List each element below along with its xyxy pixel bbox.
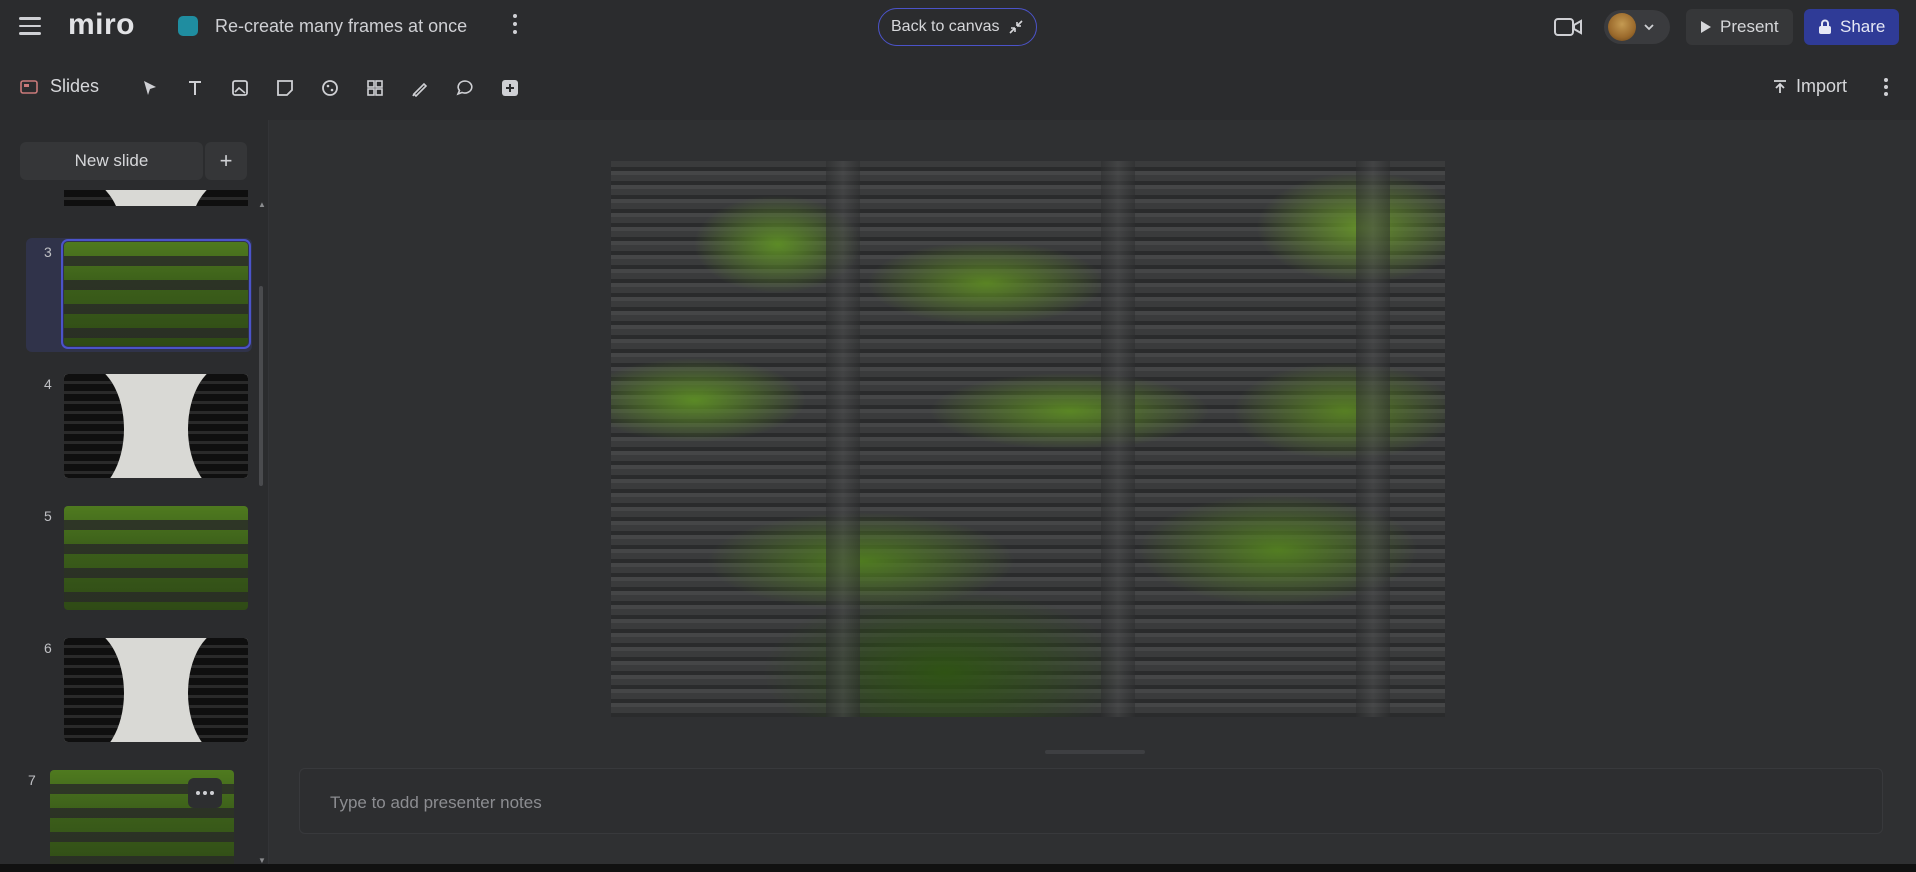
- menu-icon[interactable]: [18, 14, 42, 38]
- board-title[interactable]: Re-create many frames at once: [215, 16, 467, 37]
- slide-item-3[interactable]: 3: [26, 238, 252, 352]
- import-label: Import: [1796, 76, 1848, 96]
- slide-more-icon[interactable]: [188, 778, 222, 808]
- slide-item-4[interactable]: 4: [26, 370, 252, 484]
- chevron-down-icon: [1644, 24, 1654, 31]
- add-icon[interactable]: [498, 76, 522, 100]
- slides-toolbar: Slides Import: [0, 56, 1916, 121]
- slides-icon: [20, 79, 38, 94]
- slide-thumbnail[interactable]: [61, 239, 251, 349]
- slide-item-5[interactable]: 5: [26, 502, 252, 616]
- import-button[interactable]: Import: [1772, 76, 1847, 97]
- back-to-canvas-button[interactable]: Back to canvas: [878, 8, 1037, 46]
- slide-number: 6: [44, 640, 52, 656]
- more-options-icon[interactable]: [1884, 78, 1888, 96]
- text-icon[interactable]: [183, 76, 207, 100]
- slide-preview-image[interactable]: [611, 161, 1445, 717]
- slide-number: 5: [44, 508, 52, 524]
- presenter-notes-placeholder: Type to add presenter notes: [330, 793, 542, 812]
- present-label: Present: [1720, 17, 1779, 36]
- slide-number: 4: [44, 376, 52, 392]
- image-icon[interactable]: [228, 76, 252, 100]
- pen-icon[interactable]: [408, 76, 432, 100]
- slide-item-6[interactable]: 6: [26, 634, 252, 748]
- present-button[interactable]: Present: [1686, 9, 1793, 45]
- slides-title: Slides: [20, 76, 99, 97]
- play-icon: [1701, 21, 1711, 33]
- sticky-note-icon[interactable]: [273, 76, 297, 100]
- slide-thumbnail[interactable]: [50, 770, 234, 872]
- slide-thumbnail[interactable]: [64, 374, 248, 478]
- slide-number: 7: [28, 772, 36, 788]
- select-icon[interactable]: [138, 76, 162, 100]
- add-slide-button[interactable]: +: [205, 142, 247, 180]
- shapes-icon[interactable]: [318, 76, 342, 100]
- slide-number: 3: [44, 244, 52, 260]
- user-menu[interactable]: [1604, 10, 1670, 44]
- slide-thumbnail-partial[interactable]: [64, 190, 248, 206]
- avatar: [1608, 13, 1636, 41]
- miro-logo[interactable]: miro: [68, 8, 135, 42]
- slides-sidebar: New slide + 3 4 5 6 7 ▲ ▼: [0, 120, 269, 872]
- slide-editor: Type to add presenter notes: [269, 120, 1916, 872]
- sidebar-scrollbar[interactable]: ▲ ▼: [258, 200, 266, 865]
- bottom-edge: [0, 864, 1916, 872]
- import-icon: [1774, 79, 1786, 93]
- slide-thumbnail[interactable]: [64, 506, 248, 610]
- slide-item-7[interactable]: 7: [26, 766, 252, 872]
- video-icon[interactable]: [1554, 17, 1582, 37]
- share-button[interactable]: Share: [1804, 9, 1900, 45]
- share-label: Share: [1840, 17, 1886, 36]
- board-icon: [178, 16, 198, 36]
- presenter-notes-input[interactable]: Type to add presenter notes: [299, 768, 1883, 834]
- lock-icon: [1819, 19, 1831, 34]
- board-menu-icon[interactable]: [512, 14, 518, 34]
- resize-handle[interactable]: [1045, 750, 1145, 754]
- templates-icon[interactable]: [363, 76, 387, 100]
- top-bar: miro Re-create many frames at once Back …: [0, 0, 1916, 56]
- back-to-canvas-label: Back to canvas: [891, 18, 1000, 35]
- scroll-up-icon[interactable]: ▲: [258, 200, 266, 209]
- comment-icon[interactable]: [453, 76, 477, 100]
- slide-thumbnail[interactable]: [64, 638, 248, 742]
- collapse-icon: [1008, 20, 1023, 34]
- scrollbar-thumb[interactable]: [259, 286, 263, 486]
- new-slide-button[interactable]: New slide: [20, 142, 203, 180]
- slides-label: Slides: [50, 76, 100, 96]
